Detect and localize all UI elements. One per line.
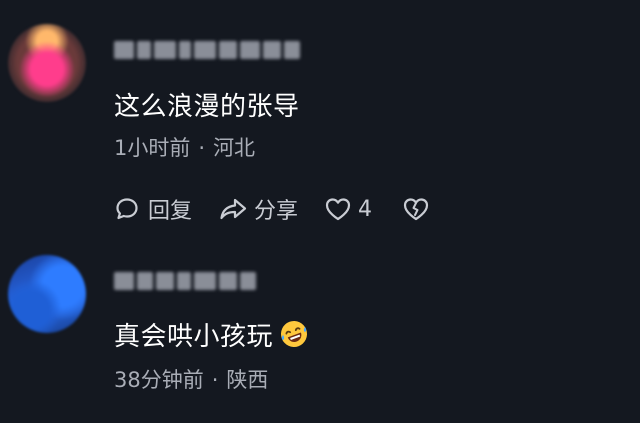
- share-icon: [218, 196, 248, 222]
- share-button[interactable]: 分享: [218, 193, 298, 225]
- heart-icon: [324, 196, 352, 222]
- username-blurred[interactable]: [114, 271, 256, 291]
- comment-list: 这么浪漫的张导 1小时前 · 河北 回复 分享 4 真会哄小孩玩 38分钟前 ·…: [0, 0, 640, 423]
- dislike-button[interactable]: [402, 196, 430, 222]
- comment-time: 1小时前: [114, 136, 191, 160]
- comment-text-content: 真会哄小孩玩: [114, 322, 274, 352]
- share-label: 分享: [254, 199, 299, 224]
- username-blurred[interactable]: [114, 40, 300, 60]
- comment-meta: 38分钟前 · 陕西: [114, 364, 268, 394]
- broken-heart-icon: [402, 196, 430, 222]
- laughing-emoji-icon: [279, 319, 309, 356]
- reply-label: 回复: [148, 199, 193, 224]
- meta-separator: ·: [211, 368, 219, 392]
- reply-icon: [114, 196, 140, 222]
- avatar[interactable]: [8, 24, 86, 102]
- reply-button[interactable]: 回复: [114, 193, 192, 225]
- comment-meta: 1小时前 · 河北: [114, 132, 255, 162]
- meta-separator: ·: [198, 136, 206, 160]
- comment-text: 这么浪漫的张导: [114, 92, 300, 122]
- like-count: 4: [358, 196, 373, 222]
- comment-text: 真会哄小孩玩: [114, 316, 309, 356]
- comment-location: 陕西: [226, 368, 269, 392]
- avatar[interactable]: [8, 255, 86, 333]
- like-button[interactable]: 4: [324, 196, 372, 222]
- comment-actions: 回复 分享 4: [114, 192, 430, 226]
- comment-time: 38分钟前: [114, 368, 204, 392]
- comment-location: 河北: [213, 136, 256, 160]
